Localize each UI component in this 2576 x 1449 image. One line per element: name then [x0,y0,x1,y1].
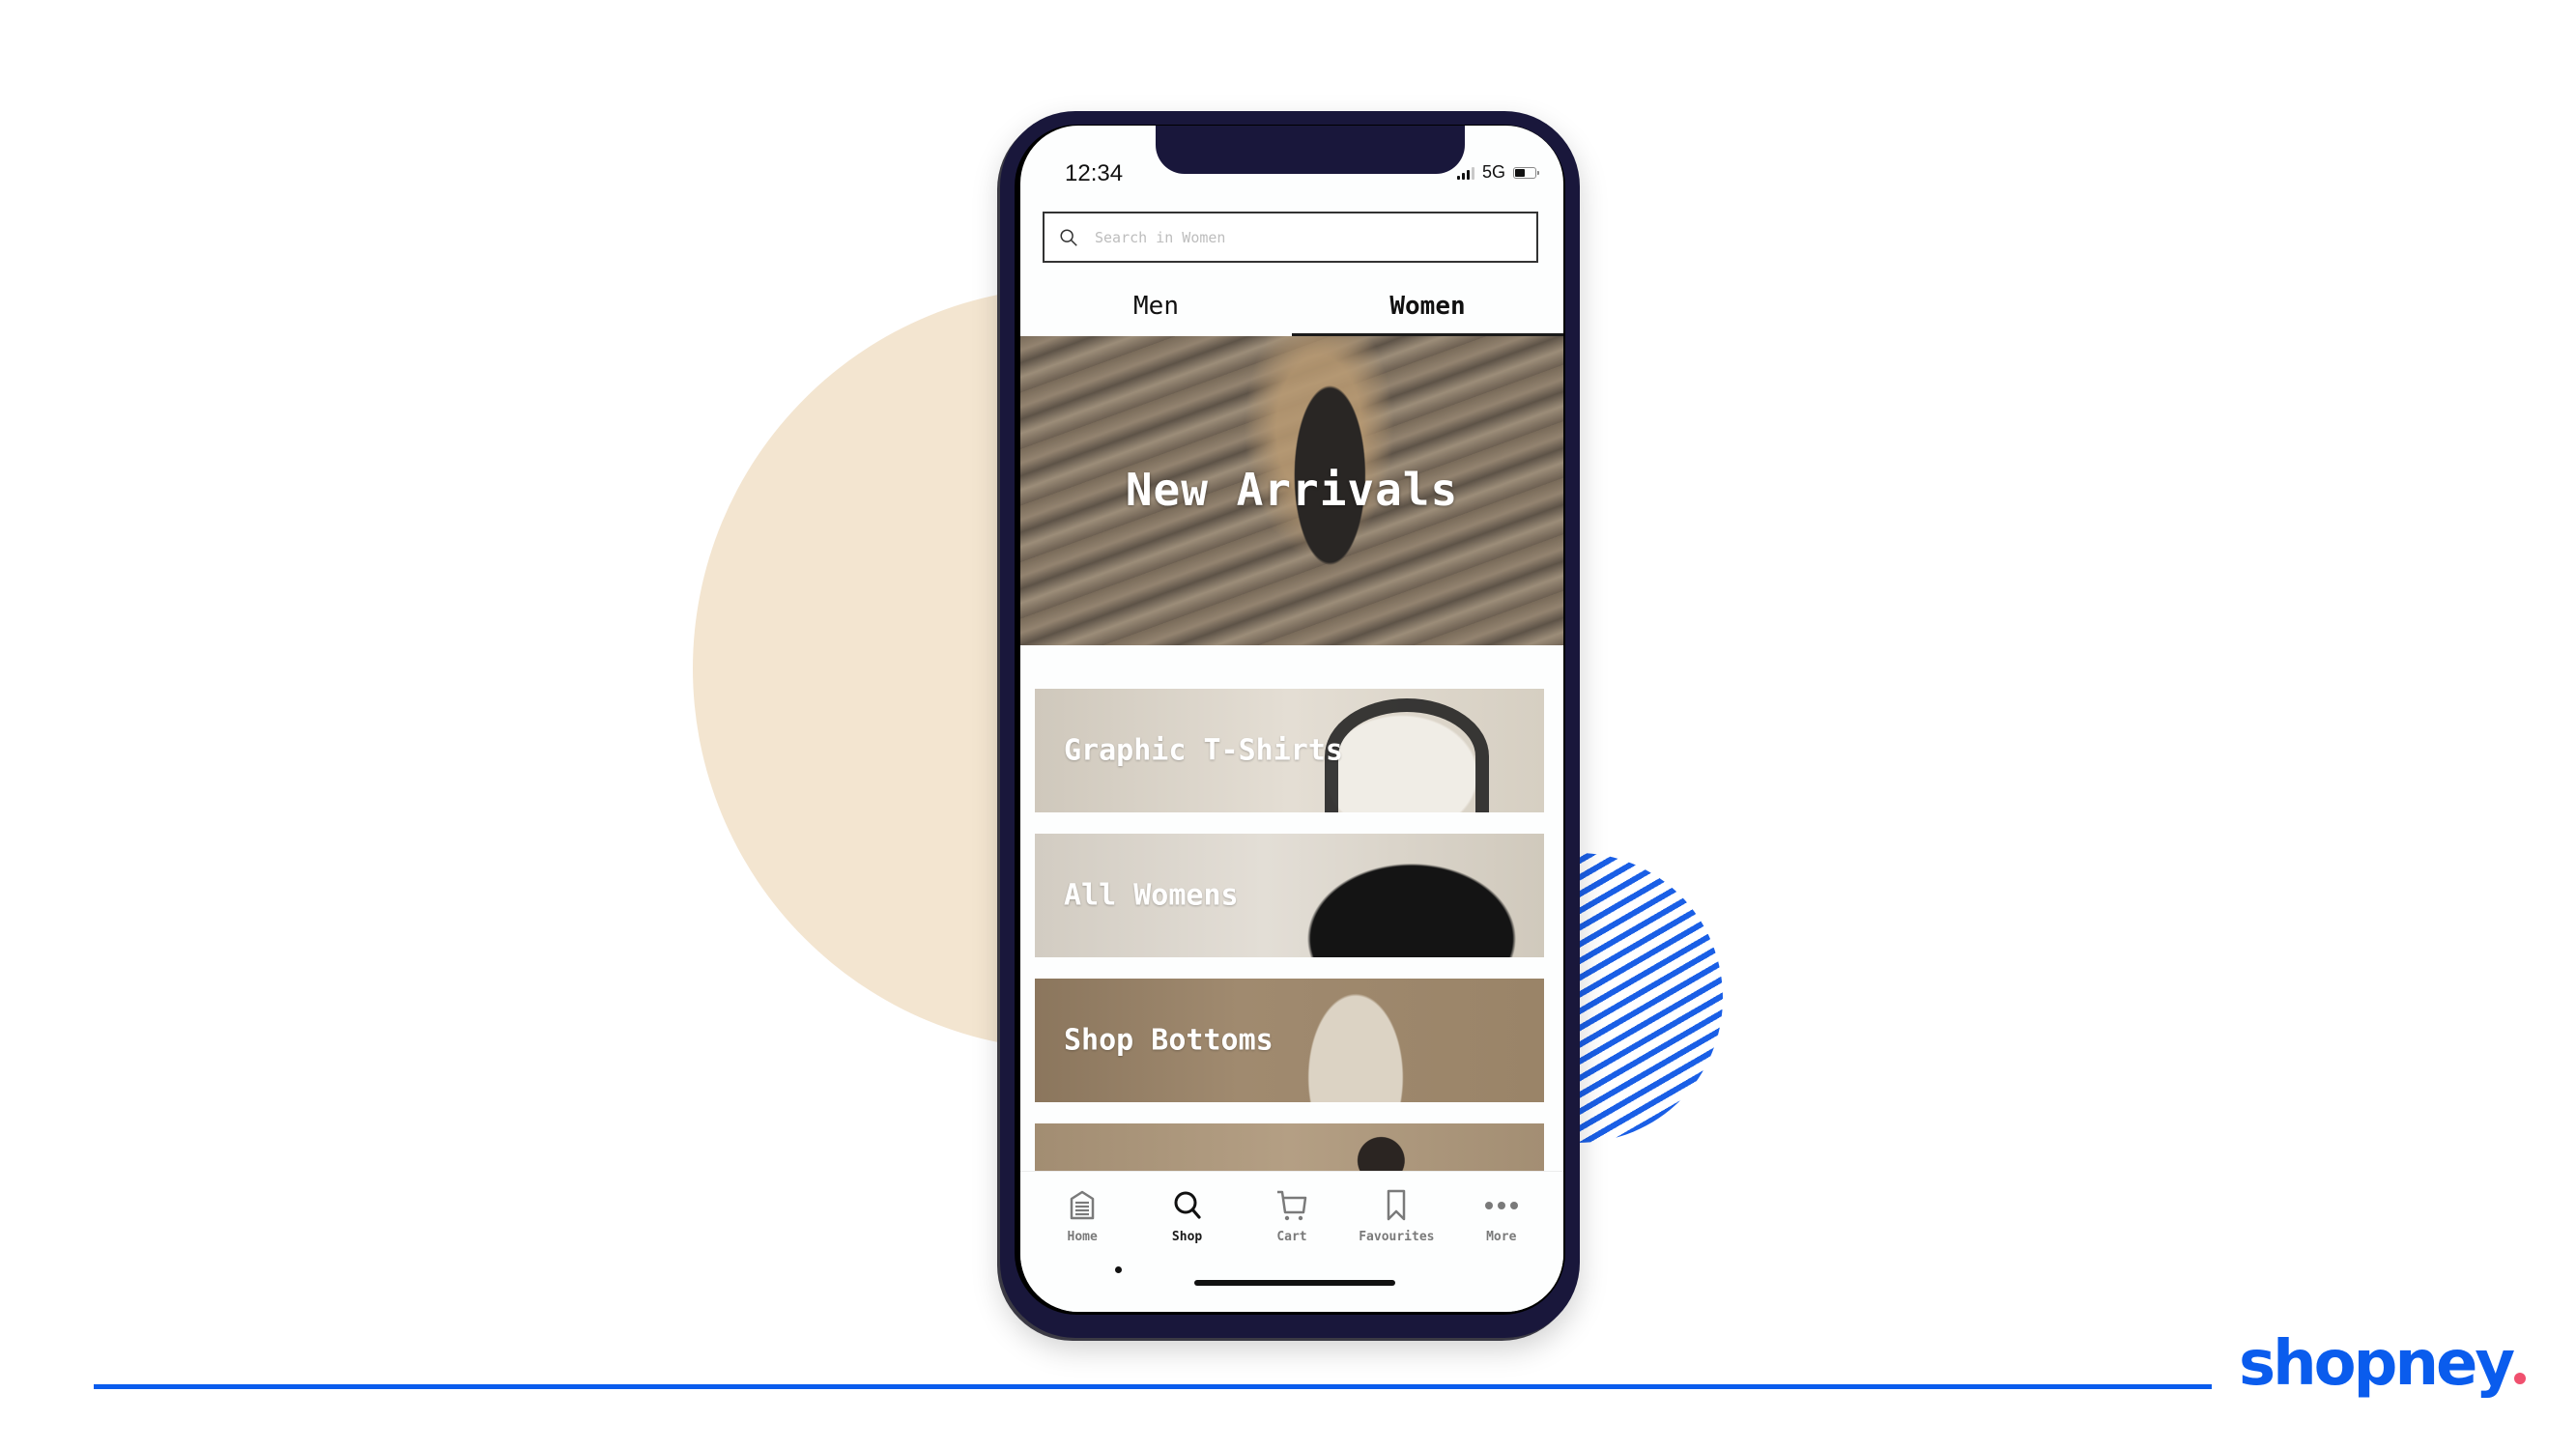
tab-bar-shop[interactable]: Shop [1137,1187,1238,1244]
bottom-tab-bar: Home Shop Cart Favourites More [1020,1171,1563,1312]
bottom-divider-line [94,1384,2212,1389]
tab-bar-label: Cart [1276,1230,1307,1244]
tab-bar-favourites[interactable]: Favourites [1346,1187,1446,1244]
search-field[interactable] [1043,212,1538,263]
tab-bar-cart[interactable]: Cart [1242,1187,1342,1244]
tab-bar-label: Shop [1171,1230,1203,1244]
status-indicators: 5G [1456,162,1539,183]
hero-title: New Arrivals [1125,464,1459,516]
network-label: 5G [1481,162,1505,182]
phone-mockup: 12:34 5G Men Women New Arrivals Graphic … [1000,111,1580,1338]
battery-icon [1513,166,1539,179]
active-tab-indicator [1115,1266,1122,1273]
banner-image [1325,698,1489,812]
category-banner-graphic-tshirts[interactable]: Graphic T-Shirts [1035,689,1544,812]
tab-bar-label: Home [1067,1230,1098,1244]
search-icon [1060,228,1077,246]
tab-women[interactable]: Women [1292,280,1563,336]
tab-bar-label: More [1486,1230,1517,1244]
logo-dot [2514,1373,2527,1384]
shopney-logo: shopney [2239,1333,2527,1395]
phone-screen: 12:34 5G Men Women New Arrivals Graphic … [1020,126,1563,1312]
status-time: 12:34 [1065,160,1124,186]
search-input[interactable] [1093,227,1503,247]
home-icon [1070,1190,1095,1220]
category-label: Shop Bottoms [1064,1023,1274,1058]
gender-tabs: Men Women [1020,280,1563,336]
cart-icon [1276,1190,1307,1221]
category-banner-all-womens[interactable]: All Womens [1035,834,1544,957]
bookmark-icon [1388,1189,1406,1221]
signal-icon [1456,166,1474,180]
more-dots-icon [1484,1202,1518,1209]
home-indicator-bar[interactable] [1194,1280,1395,1286]
category-banner-shop-bottoms[interactable]: Shop Bottoms [1035,979,1544,1102]
phone-notch [1156,126,1465,174]
hero-banner-new-arrivals[interactable]: New Arrivals [1020,336,1563,645]
tab-bar-home[interactable]: Home [1032,1187,1132,1244]
logo-text: shopney [2239,1328,2515,1400]
category-label: Graphic T-Shirts [1064,733,1343,768]
tab-bar-more[interactable]: More [1451,1187,1552,1244]
search-icon [1174,1191,1201,1219]
category-label: All Womens [1064,878,1239,913]
tab-men[interactable]: Men [1020,280,1292,336]
tab-bar-label: Favourites [1359,1230,1435,1244]
